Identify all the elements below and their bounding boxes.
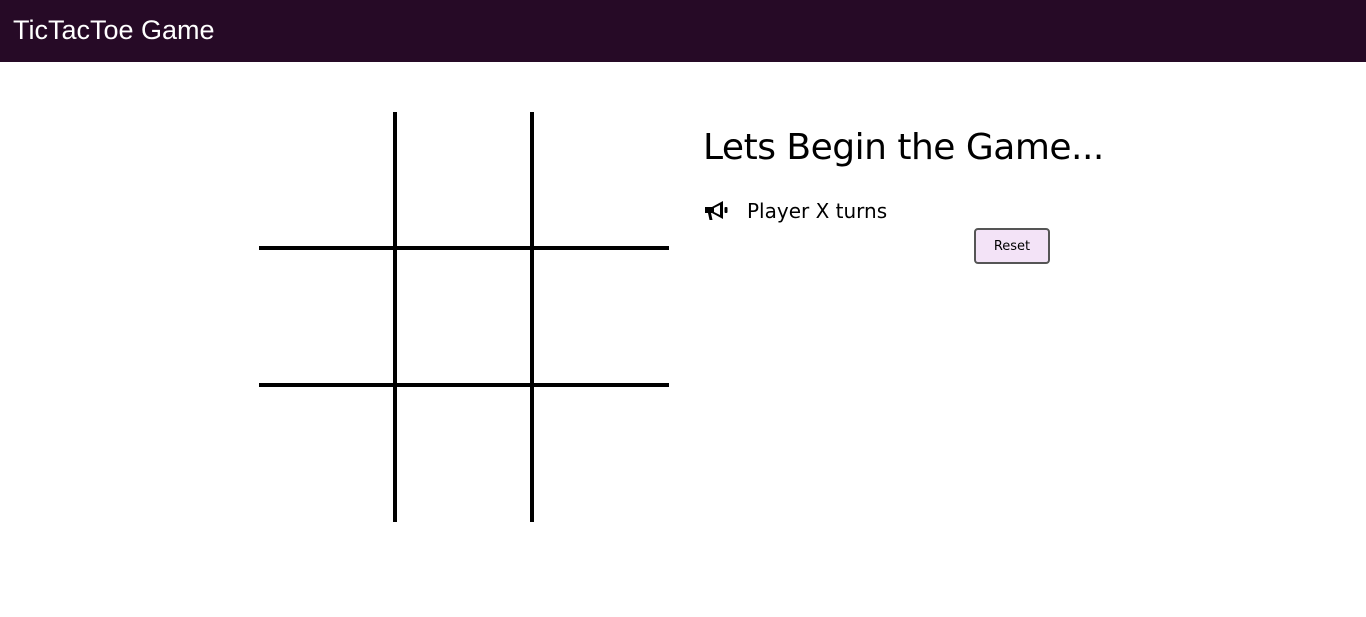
grid-line-vertical-2 — [530, 112, 534, 522]
grid-line-horizontal-1 — [259, 246, 669, 250]
board-cell-7[interactable] — [259, 386, 395, 522]
turn-text: Player X turns — [747, 199, 888, 223]
board-cell-3[interactable] — [533, 112, 669, 248]
megaphone-icon — [703, 198, 729, 224]
board-cell-1[interactable] — [259, 112, 395, 248]
grid-line-vertical-1 — [393, 112, 397, 522]
brand-title: TicTacToe Game — [13, 15, 215, 45]
board-cell-9[interactable] — [533, 386, 669, 522]
navbar: TicTacToe Game — [0, 0, 1366, 62]
board-cell-5[interactable] — [396, 249, 532, 385]
board-cell-2[interactable] — [396, 112, 532, 248]
grid-line-horizontal-2 — [259, 383, 669, 387]
turn-indicator: Player X turns — [703, 198, 887, 224]
board-cell-4[interactable] — [259, 249, 395, 385]
board-cell-8[interactable] — [396, 386, 532, 522]
game-status-title: Lets Begin the Game... — [703, 127, 1104, 168]
game-board — [259, 112, 669, 522]
board-cell-6[interactable] — [533, 249, 669, 385]
reset-button[interactable]: Reset — [974, 228, 1050, 264]
